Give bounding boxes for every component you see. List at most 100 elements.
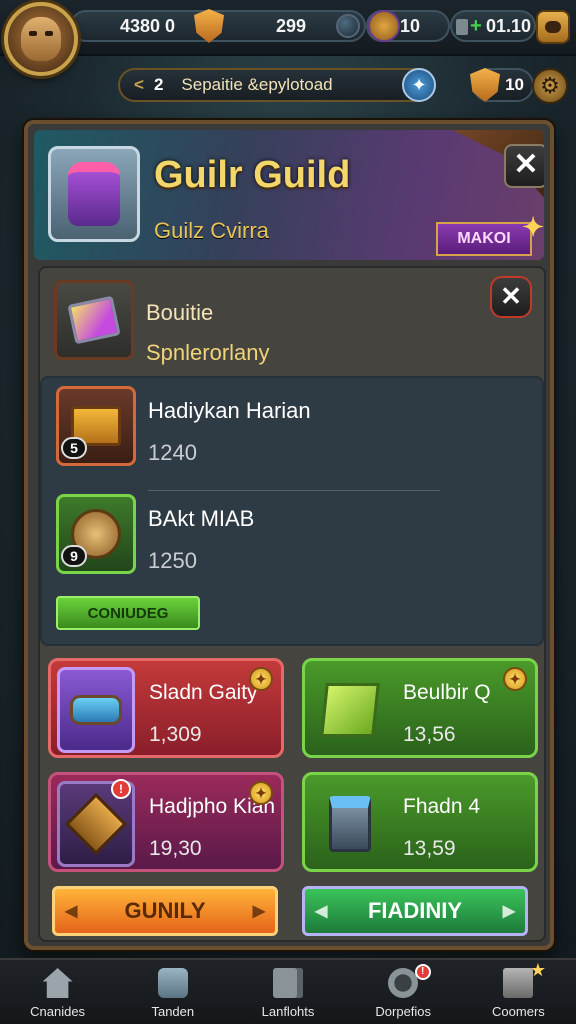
shop-card[interactable]: ! Hadjpho Kian 19,30 ✦: [48, 772, 284, 872]
lantern-icon: [329, 796, 371, 852]
level-badge: 9: [61, 545, 87, 567]
make-button-label: MAKOI: [457, 230, 511, 247]
book-icon: [273, 968, 303, 998]
plus-icon[interactable]: +: [470, 16, 482, 36]
level-badge: 5: [61, 437, 87, 459]
shop-card[interactable]: Fhadn 4 13,59: [302, 772, 538, 872]
green-button-label: FIADINIY: [367, 898, 463, 923]
item-slot: [311, 667, 389, 753]
list-item-value: 1250: [148, 548, 197, 573]
rank-counter[interactable]: 10: [470, 68, 534, 102]
crystal-icon: [67, 295, 121, 345]
scroll-icon: [70, 695, 122, 725]
guild-subtitle: Guilz Cvirra: [154, 218, 269, 243]
compass-button[interactable]: ✦: [402, 68, 436, 102]
bottom-nav: Cnanides Tanden Lanflohts ! Dorpefios ★ …: [0, 958, 576, 1024]
make-button[interactable]: MAKOI ✦: [436, 212, 544, 256]
card-value: 19,30: [149, 837, 202, 860]
gold-counter[interactable]: 4380 0 299: [70, 9, 366, 43]
nav-label: Lanflohts: [261, 1004, 315, 1019]
nav-item-inventory[interactable]: Tanden: [115, 960, 230, 1024]
energy-counter[interactable]: + 01.10: [450, 10, 536, 42]
alert-badge: !: [111, 779, 131, 799]
nav-item-quests[interactable]: Lanflohts: [230, 960, 345, 1024]
battery-icon: [456, 19, 468, 35]
divider: [148, 490, 440, 491]
trophy-shield-icon: [194, 9, 224, 43]
coin-icon: ✦: [249, 781, 273, 805]
quest-banner[interactable]: < 2 Sepaitie &epylotoad ✦: [118, 68, 436, 102]
player-avatar[interactable]: [4, 2, 78, 76]
close-panel-button[interactable]: ✕: [504, 144, 544, 188]
orange-action-button[interactable]: ◀ GUNILY ▶: [52, 886, 278, 936]
sparkle-icon: ✦: [522, 212, 544, 242]
nav-label: Dorpefios: [375, 1004, 432, 1019]
top-resource-bar: 4380 0 299 10 + 01.10: [0, 0, 576, 56]
card-name: Beulbir Q: [403, 681, 491, 704]
card-value: 13,59: [403, 837, 456, 860]
quest-label: Sepaitie &epylotoad: [181, 75, 333, 94]
shop-card[interactable]: Sladn Gaity 1,309 ✦: [48, 658, 284, 758]
gems-value: 10: [400, 15, 421, 36]
card-name: Fhadn 4: [403, 795, 481, 818]
card-value: 13,56: [403, 723, 456, 746]
rank-value: 10: [505, 75, 524, 94]
nav-label: Tanden: [151, 1004, 195, 1019]
amulet-icon: [64, 792, 128, 856]
list-item-value: 1240: [148, 440, 197, 465]
list-item-name: BAkt MIAB: [148, 506, 255, 531]
coin-icon: ✦: [249, 667, 273, 691]
bounty-subtitle: Spnlerorlany: [146, 340, 270, 365]
quest-number: 2: [153, 75, 164, 94]
bounty-title: Bouitie: [146, 300, 214, 325]
arrow-left-icon: ◀: [65, 903, 78, 920]
crate-icon: [503, 968, 534, 998]
settings-gear-icon[interactable]: ⚙: [532, 68, 568, 104]
avatar-face-icon: [21, 17, 61, 61]
bounty-item-slot[interactable]: [54, 280, 134, 360]
nav-item-shop[interactable]: ★ Coomers: [461, 960, 576, 1024]
star-icon: ★: [529, 960, 547, 980]
list-item[interactable]: 9 BAkt MIAB 1250: [56, 494, 526, 584]
nav-item-explore[interactable]: ! Dorpefios: [346, 960, 461, 1024]
orb-icon: [336, 14, 360, 38]
item-slot: [311, 781, 389, 867]
chevron-left-icon: <: [134, 75, 144, 94]
orange-button-label: GUNILY: [124, 898, 206, 923]
cube-icon: [320, 683, 380, 737]
arrow-left-icon: ◀: [315, 903, 328, 920]
trophy-value: 299: [276, 15, 307, 36]
item-slot: [57, 667, 135, 753]
notification-badge-icon: !: [414, 964, 431, 980]
shop-card[interactable]: Beulbir Q 13,56 ✦: [302, 658, 538, 758]
green-action-button[interactable]: ◀ FIADINIY ▶: [302, 886, 528, 936]
gems-counter[interactable]: 10: [366, 10, 450, 42]
item-slot: 5: [56, 386, 136, 466]
confirm-button[interactable]: CONIUDEG: [56, 596, 200, 630]
gold-value: 4380 0: [120, 15, 176, 36]
arrow-right-icon: ▶: [502, 903, 515, 920]
bounty-row: Bouitie Spnlerorlany ✕: [54, 276, 534, 366]
nav-item-home[interactable]: Cnanides: [0, 960, 115, 1024]
chat-button[interactable]: [536, 10, 570, 44]
list-item[interactable]: 5 Hadiykan Harian 1240: [56, 386, 526, 491]
coin-icon: ✦: [503, 667, 527, 691]
gem-icon: [368, 10, 400, 42]
compass-icon: [388, 968, 419, 998]
rank-shield-icon: [470, 68, 500, 102]
card-value: 1,309: [149, 723, 202, 746]
guild-panel: Guilr Guild Guilz Cvirra ✕ MAKOI ✦ Bouit…: [24, 120, 554, 950]
nav-label: Cnanides: [30, 1004, 86, 1019]
guild-emblem-icon: [48, 146, 140, 242]
guild-content: Bouitie Spnlerorlany ✕ 5 Hadiykan Harian…: [38, 266, 546, 942]
guild-title: Guilr Guild: [154, 154, 351, 196]
energy-value: 01.10: [486, 15, 532, 36]
guild-header: Guilr Guild Guilz Cvirra ✕ MAKOI ✦: [34, 130, 544, 260]
arrow-right-icon: ▶: [252, 903, 265, 920]
nav-label: Coomers: [492, 1004, 545, 1019]
list-item-name: Hadiykan Harian: [148, 398, 311, 423]
card-name: Sladn Gaity: [149, 681, 258, 704]
backpack-icon: [157, 968, 188, 998]
close-bounty-button[interactable]: ✕: [490, 276, 532, 318]
item-slot: 9: [56, 494, 136, 574]
